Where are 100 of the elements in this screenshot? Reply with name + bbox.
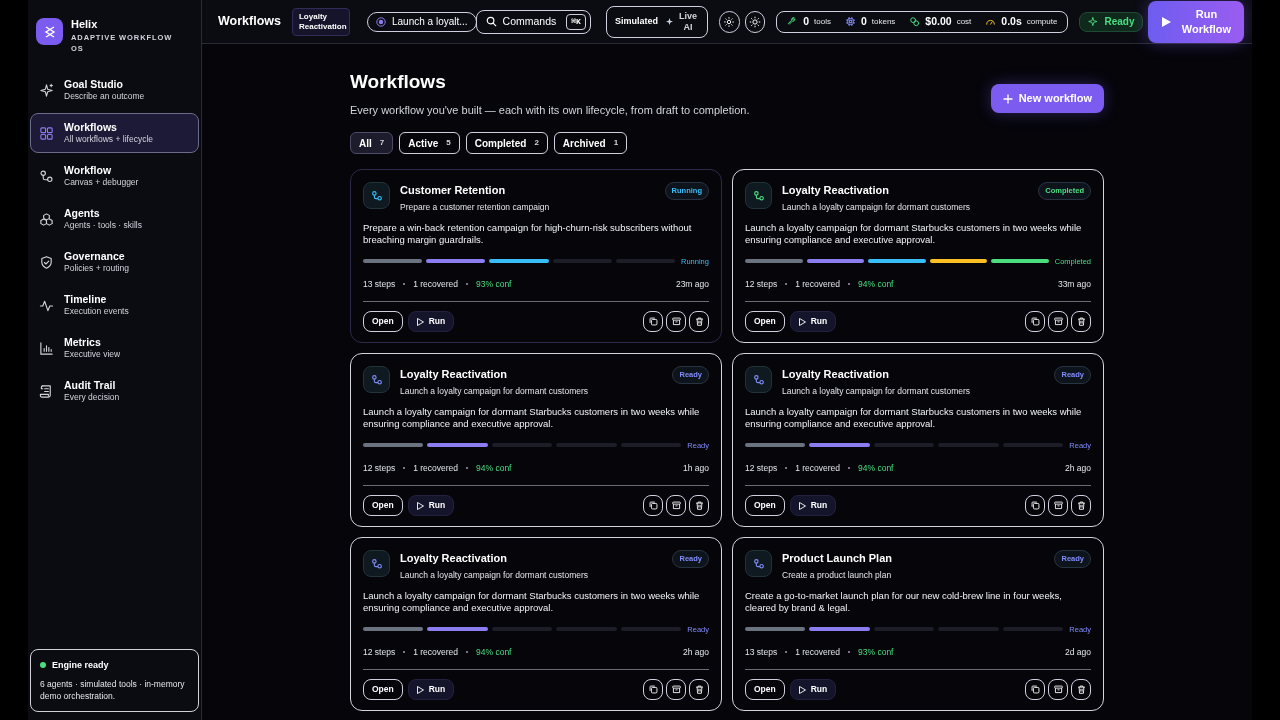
card-subtitle: Create a product launch plan: [782, 568, 893, 582]
progress-segment: [620, 627, 682, 632]
delete-button[interactable]: [689, 679, 709, 701]
cubes-icon: [39, 211, 54, 227]
archive-icon: [1052, 500, 1064, 512]
mode-option[interactable]: Live AI: [665, 10, 699, 33]
card-title: Loyalty Reactivation: [400, 551, 508, 567]
play-icon: [416, 685, 424, 694]
run-button[interactable]: Run: [789, 679, 837, 701]
filter-tab[interactable]: Completed 2: [465, 132, 548, 155]
play-icon: [798, 685, 806, 694]
duplicate-button[interactable]: [643, 311, 663, 333]
confidence: 94% conf: [476, 645, 512, 659]
nav-item[interactable]: Workflows All workflows + lifecycle: [30, 113, 199, 153]
open-button[interactable]: Open: [363, 311, 403, 333]
delete-button[interactable]: [1071, 495, 1091, 517]
play-icon: [416, 317, 424, 326]
nav-item[interactable]: Agents Agents · tools · skills: [30, 199, 199, 239]
open-button[interactable]: Open: [745, 679, 785, 701]
commands-button[interactable]: Commands ⌘K: [475, 9, 591, 34]
nav-item[interactable]: Metrics Executive view: [30, 328, 199, 368]
filter-tab[interactable]: Active 5: [399, 132, 460, 155]
duplicate-button[interactable]: [643, 679, 663, 701]
archive-button[interactable]: [1048, 311, 1068, 333]
progress-segment: [556, 627, 617, 632]
nav-item[interactable]: Workflow Canvas + debugger: [30, 156, 199, 196]
run-button[interactable]: Run: [407, 495, 455, 517]
recovered-count: 1 recovered: [413, 277, 459, 291]
new-workflow-button[interactable]: New workflow: [990, 84, 1104, 113]
confidence: 94% conf: [858, 277, 894, 291]
run-button[interactable]: Run: [407, 679, 455, 701]
updated-time: 2h ago: [683, 645, 709, 659]
metric-value: $0.00: [925, 13, 952, 29]
run-button[interactable]: Run: [789, 495, 837, 517]
recovered-count: 1 recovered: [795, 461, 841, 475]
progress-segment: [873, 443, 935, 448]
filter-tab[interactable]: All 7: [350, 132, 394, 155]
grid-icon: [39, 125, 54, 141]
delete-button[interactable]: [1071, 679, 1091, 701]
card-title: Loyalty Reactivation: [782, 367, 890, 383]
progress-segment: [615, 259, 675, 264]
confidence: 93% conf: [476, 277, 512, 291]
scroll-icon: [39, 383, 54, 399]
delete-button[interactable]: [1071, 311, 1091, 333]
filter-tab[interactable]: Archived 1: [553, 132, 628, 155]
mode-option[interactable]: Simulated: [614, 14, 658, 29]
archive-button[interactable]: [1048, 495, 1068, 517]
plus-icon: [1002, 93, 1013, 104]
step-count: 12 steps: [363, 645, 396, 659]
app-logo: [36, 18, 63, 45]
archive-button[interactable]: [666, 311, 686, 333]
open-button[interactable]: Open: [745, 495, 785, 517]
ready-status: Ready: [1079, 11, 1144, 32]
progress-segment: [491, 627, 553, 632]
archive-button[interactable]: [666, 495, 686, 517]
card-description: Launch a loyalty campaign for dormant Starbucks customers in two weeks while ensuring compliance and executive approval.: [745, 221, 1083, 247]
nav-item[interactable]: Goal Studio Describe an outcome: [30, 70, 199, 110]
duplicate-button[interactable]: [1025, 495, 1045, 517]
page-title: Workflows: [350, 70, 447, 94]
nav-item[interactable]: Timeline Execution events: [30, 285, 199, 325]
duplicate-button[interactable]: [1025, 311, 1045, 333]
progress-segment: [873, 627, 935, 632]
card-title: Loyalty Reactivation: [782, 183, 890, 199]
archive-icon: [670, 500, 682, 512]
archive-button[interactable]: [666, 679, 686, 701]
nodes-icon: [39, 168, 54, 184]
duplicate-button[interactable]: [643, 495, 663, 517]
coins-icon: [909, 16, 921, 27]
trash-icon: [1075, 500, 1087, 512]
mode-toggle[interactable]: Simulated Live AI: [605, 5, 708, 38]
topbar-title: Workflows: [218, 13, 281, 31]
open-button[interactable]: Open: [363, 679, 403, 701]
delete-button[interactable]: [689, 311, 709, 333]
delete-button[interactable]: [689, 495, 709, 517]
shield-icon: [39, 254, 54, 270]
card-title: Customer Retention: [400, 183, 507, 199]
open-button[interactable]: Open: [745, 311, 785, 333]
card-subtitle: Launch a loyalty campaign for dormant customers: [782, 200, 972, 214]
run-button[interactable]: Run: [789, 311, 837, 333]
metric-label: compute: [1026, 15, 1058, 28]
card-description: Launch a loyalty campaign for dormant Starbucks customers in two weeks while ensuring compliance and executive approval.: [745, 405, 1083, 431]
page-subtitle: Every workflow you've built — each with its own lifecycle, from draft to completion.: [350, 102, 750, 118]
play-icon: [1162, 16, 1172, 27]
open-button[interactable]: Open: [363, 495, 403, 517]
metric-value: 0.0s: [1001, 13, 1022, 29]
progress-segment: [552, 259, 612, 264]
duplicate-button[interactable]: [1025, 679, 1045, 701]
app-name: Helix: [71, 18, 99, 32]
updated-time: 1h ago: [683, 461, 709, 475]
confidence: 94% conf: [476, 461, 512, 475]
step-count: 13 steps: [363, 277, 396, 291]
run-button[interactable]: Run: [407, 311, 455, 333]
run-workflow-button[interactable]: Run Workflow: [1148, 0, 1244, 43]
context-badge: Loyalty Reactivation: [292, 7, 350, 36]
archive-button[interactable]: [1048, 679, 1068, 701]
updated-time: 23m ago: [675, 277, 709, 291]
step-count: 13 steps: [745, 645, 778, 659]
nav-item[interactable]: Audit Trail Every decision: [30, 371, 199, 411]
recovered-count: 1 recovered: [413, 461, 459, 475]
nav-item[interactable]: Governance Policies + routing: [30, 242, 199, 282]
